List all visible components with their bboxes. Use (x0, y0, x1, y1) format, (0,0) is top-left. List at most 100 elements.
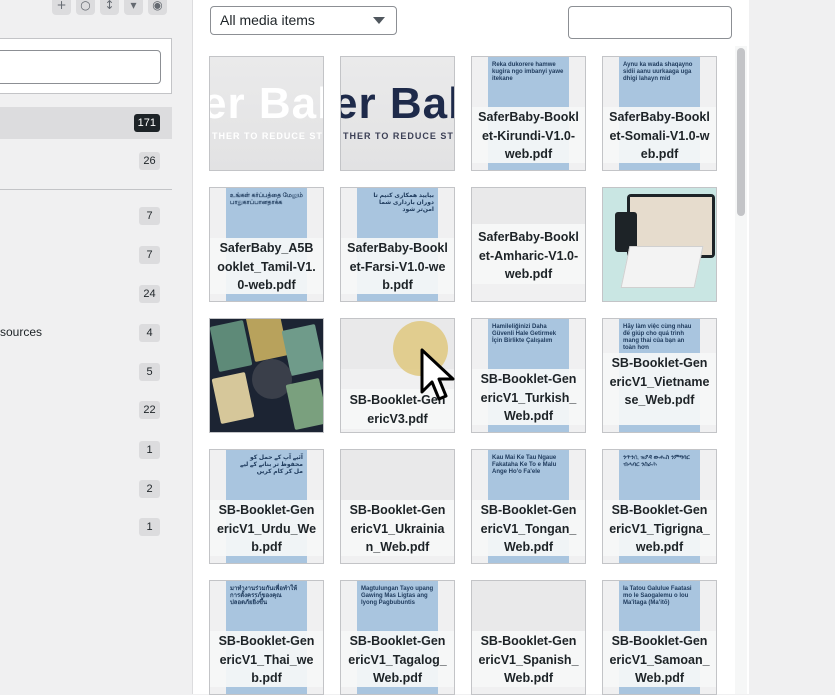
booklet-image (620, 246, 704, 288)
thumbnail (472, 581, 585, 631)
folder-row[interactable]: 26 (0, 145, 172, 177)
file-name: SaferBaby-Booklet-Kirundi-V1.0-web.pdf (472, 107, 585, 163)
folder-row[interactable]: 7 (0, 239, 172, 271)
media-tile[interactable]: SB-Booklet-GenericV1_Spanish_Web.pdf (471, 580, 586, 695)
thumbnail-text: Magtulungan Tayo upang Gawing Mas Ligtas… (361, 586, 434, 606)
mouse-pointer-icon (420, 348, 455, 401)
sort-icon[interactable]: ↕ (100, 0, 119, 15)
thumbnail-text: بیایید همکاری کنیم تا دوران بارداری شما … (373, 193, 434, 213)
thumbnail (341, 450, 454, 500)
folder-search-input[interactable] (0, 50, 161, 84)
thumbnail: er Bab THER TO REDUCE STI (341, 57, 454, 170)
count-badge: 5 (139, 363, 160, 381)
banner-text: er Bab (341, 79, 454, 128)
media-tile[interactable]: SaferBaby-Booklet-Amharic-V1.0-web.pdf (471, 187, 586, 302)
folder-row-sources[interactable]: sources 4 (0, 317, 172, 349)
media-tile-banner[interactable]: er Baby THER TO REDUCE STI (209, 56, 324, 171)
thumbnail-text: Reka dukorere hamwe kugira ngo imbanyi y… (492, 62, 564, 82)
media-tile-banner[interactable]: er Bab THER TO REDUCE STI (340, 56, 455, 171)
folder-label: sources (0, 325, 43, 339)
banner-text: er Baby (210, 79, 323, 128)
thumbnail-text: آئیے آپ کے حمل کو محفوظ تر بنانے کے لیے … (240, 455, 303, 475)
scrollbar-thumb[interactable] (737, 48, 745, 216)
media-tile[interactable]: Magtulungan Tayo upang Gawing Mas Ligtas… (340, 580, 455, 695)
thumbnail: Aynu ka wada shaqayno sidii aanu uurkaag… (619, 57, 700, 107)
thumbnail: Reka dukorere hamwe kugira ngo imbanyi y… (488, 57, 569, 107)
media-tile[interactable]: Kau Mai Ke Tau Ngaue Fakataha Ke To e Ma… (471, 449, 586, 564)
file-name: SaferBaby-Booklet-Somali-V1.0-web.pdf (603, 107, 716, 163)
thumbnail-text: Hãy làm việc cùng nhau để giúp cho quá t… (623, 324, 692, 351)
media-tile[interactable]: SB-Booklet-GenericV1_Ukrainian_Web.pdf (340, 449, 455, 564)
thumbnail-text: உங்கள் கர்ப்பத்தை மேலும் பாதுகாப்பானதாக்… (230, 193, 303, 206)
folder-row[interactable]: 1 (0, 434, 172, 466)
file-name: SB-Booklet-GenericV1_Tigrigna_web.pdf (603, 500, 716, 556)
count-badge: 4 (139, 324, 160, 342)
thumbnail-text: Kau Mai Ke Tau Ngaue Fakataha Ke To e Ma… (492, 455, 557, 475)
media-tile[interactable]: Hãy làm việc cùng nhau để giúp cho quá t… (602, 318, 717, 433)
folder-row[interactable]: 22 (0, 394, 172, 426)
media-type-filter[interactable]: All media items (210, 6, 397, 35)
thumbnail-text: มาทำงานร่วมกันเพื่อทำให้การตั้งครรภ์ของค… (230, 586, 298, 606)
thumbnail: ንጥንሲ ዝያዳ ውሑስ ንምግባር ብሓባር ንስራሕ (619, 450, 700, 500)
thumbnail: آئیے آپ کے حمل کو محفوظ تر بنانے کے لیے … (226, 450, 307, 500)
file-name: SB-Booklet-GenericV1_Ukrainian_Web.pdf (341, 500, 454, 556)
count-badge: 22 (139, 401, 160, 419)
collapse-icon[interactable]: ▾ (124, 0, 143, 15)
file-name: SB-Booklet-GenericV1_Samoan_Web.pdf (603, 631, 716, 687)
media-tile[interactable]: بیایید همکاری کنیم تا دوران بارداری شما … (340, 187, 455, 302)
file-name: SaferBaby-Booklet-Farsi-V1.0-web.pdf (341, 238, 454, 294)
count-badge: 1 (139, 441, 160, 459)
count-badge: 24 (139, 285, 160, 303)
count-badge: 7 (139, 207, 160, 225)
file-name: SB-Booklet-GenericV1_Thai_web.pdf (210, 631, 323, 687)
media-tile[interactable]: ንጥንሲ ዝያዳ ውሑስ ንምግባር ብሓባር ንስራሕ SB-Booklet-… (602, 449, 717, 564)
thumbnail-text: Hamileliğinizi Daha Güvenli Hale Getirme… (492, 324, 557, 344)
media-tile[interactable]: Aynu ka wada shaqayno sidii aanu uurkaag… (602, 56, 717, 171)
thumbnail: Kau Mai Ke Tau Ngaue Fakataha Ke To e Ma… (488, 450, 569, 500)
file-name: SB-Booklet-GenericV1_Urdu_Web.pdf (210, 500, 323, 556)
folder-row-all[interactable]: 171 (0, 107, 172, 139)
thumbnail: உங்கள் கர்ப்பத்தை மேலும் பாதுகாப்பானதாக்… (226, 188, 307, 238)
media-tile[interactable]: உங்கள் கர்ப்பத்தை மேலும் பாதுகாப்பானதாக்… (209, 187, 324, 302)
filter-selected-value: All media items (220, 12, 315, 28)
circle-icon[interactable]: ○ (76, 0, 95, 15)
thumbnail: بیایید همکاری کنیم تا دوران بارداری شما … (357, 188, 438, 238)
plus-icon[interactable]: + (52, 0, 71, 15)
media-tile[interactable]: Hamileliğinizi Daha Güvenli Hale Getirme… (471, 318, 586, 433)
thumbnail (210, 319, 323, 432)
folder-row[interactable]: 2 (0, 473, 172, 505)
count-badge: 7 (139, 246, 160, 264)
thumbnail (603, 188, 716, 301)
thumbnail-text: Aynu ka wada shaqayno sidii aanu uurkaag… (623, 62, 693, 82)
thumbnail-text: ንጥንሲ ዝያዳ ውሑስ ንምግባር ብሓባር ንስራሕ (623, 455, 690, 468)
file-name: SB-Booklet-GenericV1_Vietnamese_Web.pdf (603, 353, 716, 425)
thumbnail: Hamileliğinizi Daha Güvenli Hale Getirme… (488, 319, 569, 369)
media-tile[interactable]: มาทำงานร่วมกันเพื่อทำให้การตั้งครรภ์ของค… (209, 580, 324, 695)
sidebar-divider (0, 189, 172, 190)
count-badge: 1 (139, 518, 160, 536)
count-badge: 2 (139, 480, 160, 498)
folder-row[interactable]: 1 (0, 511, 172, 543)
thumbnail-text: Ia Tatou Galulue Faatasi mo le Saogalemu… (623, 586, 692, 606)
thumbnail: Magtulungan Tayo upang Gawing Mas Ligtas… (357, 581, 438, 631)
media-tile-image[interactable] (209, 318, 324, 433)
folder-row[interactable]: 24 (0, 278, 172, 310)
eye-icon[interactable]: ◉ (148, 0, 167, 15)
count-badge: 171 (133, 114, 160, 132)
file-name: SB-Booklet-GenericV1_Spanish_Web.pdf (472, 631, 585, 687)
file-name: SaferBaby_A5Booklet_Tamil-V1.0-web.pdf (210, 238, 323, 294)
folder-row[interactable]: 7 (0, 200, 172, 232)
media-tile[interactable]: آئیے آپ کے حمل کو محفوظ تر بنانے کے لیے … (209, 449, 324, 564)
banner-subtext: THER TO REDUCE STI (212, 131, 324, 141)
folder-toolbar: + ○ ↕ ▾ ◉ (52, 0, 167, 15)
media-tile[interactable]: Ia Tatou Galulue Faatasi mo le Saogalemu… (602, 580, 717, 695)
chevron-down-icon (373, 17, 385, 24)
count-badge: 26 (139, 152, 160, 170)
thumbnail: er Baby THER TO REDUCE STI (210, 57, 323, 170)
folder-row[interactable]: 5 (0, 356, 172, 388)
media-tile-image[interactable] (602, 187, 717, 302)
media-search-input[interactable] (568, 6, 732, 39)
media-tile[interactable]: Reka dukorere hamwe kugira ngo imbanyi y… (471, 56, 586, 171)
banner-subtext: THER TO REDUCE STI (343, 131, 455, 141)
folder-sidebar: + ○ ↕ ▾ ◉ 171 26 7 7 24 sources 4 5 22 1 (0, 0, 192, 694)
